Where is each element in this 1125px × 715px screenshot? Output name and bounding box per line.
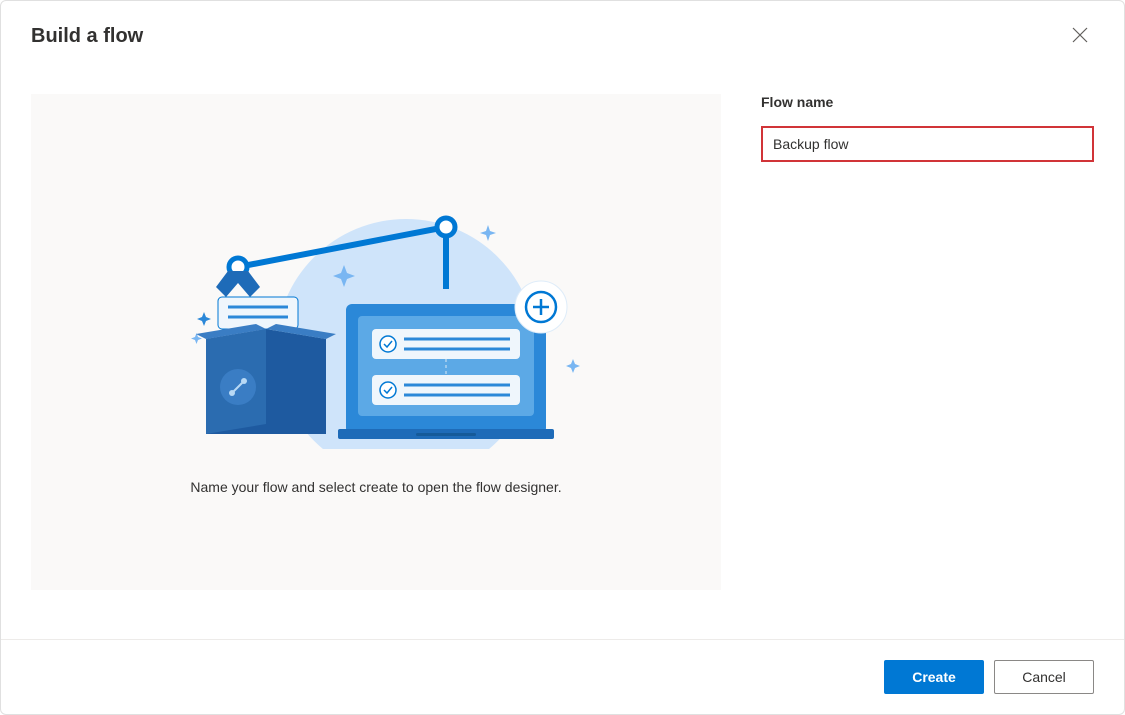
close-icon — [1072, 27, 1088, 46]
dialog-description: Name your flow and select create to open… — [190, 479, 561, 495]
create-button[interactable]: Create — [884, 660, 984, 694]
flow-name-input[interactable] — [761, 126, 1094, 162]
flow-illustration — [166, 189, 586, 449]
cancel-button[interactable]: Cancel — [994, 660, 1094, 694]
flow-name-label: Flow name — [761, 94, 1094, 110]
form-panel: Flow name — [761, 94, 1094, 639]
illustration-panel: Name your flow and select create to open… — [31, 94, 721, 590]
dialog-title: Build a flow — [31, 25, 143, 48]
build-flow-dialog: Build a flow — [0, 0, 1125, 715]
dialog-footer: Create Cancel — [1, 639, 1124, 714]
dialog-header: Build a flow — [1, 1, 1124, 64]
close-button[interactable] — [1066, 21, 1094, 52]
dialog-body: Name your flow and select create to open… — [1, 64, 1124, 639]
